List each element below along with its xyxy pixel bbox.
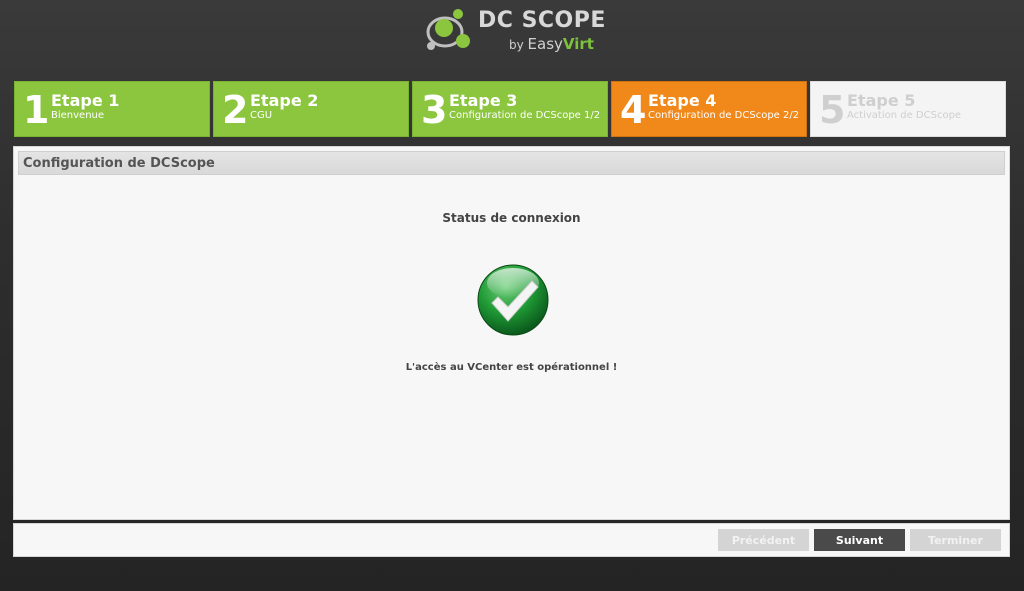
logo-title: DC SCOPE: [478, 8, 606, 33]
step-number: 4: [620, 88, 647, 132]
panel-title: Configuration de DCScope: [23, 156, 215, 171]
check-success-icon: [476, 263, 550, 337]
step-subtitle: Activation de DCScope: [847, 110, 962, 121]
app-logo: DC SCOPE by EasyVirt: [420, 6, 610, 56]
configuration-panel: Configuration de DCScope Status de conne…: [13, 146, 1010, 520]
wizard-footer: Précédent Suivant Terminer: [13, 523, 1010, 557]
step-number: 5: [819, 88, 846, 132]
next-button[interactable]: Suivant: [814, 529, 905, 551]
status-message: L'accès au VCenter est opérationnel !: [405, 362, 618, 373]
wizard-steps: 1 Etape 1 Bienvenue 2 Etape 2 CGU 3 Etap…: [14, 81, 1006, 137]
step-subtitle: CGU: [250, 110, 273, 121]
logo-by: by: [509, 38, 528, 52]
dcscope-logo-icon: [426, 9, 470, 50]
step-4: 4 Etape 4 Configuration de DCScope 2/2: [611, 81, 807, 137]
finish-button[interactable]: Terminer: [910, 529, 1001, 551]
logo-subtitle: by EasyVirt: [509, 35, 594, 53]
step-subtitle: Configuration de DCScope 2/2: [648, 110, 800, 121]
previous-button[interactable]: Précédent: [718, 529, 809, 551]
step-title: Etape 2: [250, 91, 319, 110]
step-number: 2: [222, 88, 249, 132]
step-3: 3 Etape 3 Configuration de DCScope 1/2: [412, 81, 608, 137]
status-title: Status de connexion: [442, 211, 581, 225]
logo-virt: Virt: [562, 35, 594, 53]
step-title: Etape 3: [449, 91, 518, 110]
step-title: Etape 1: [51, 91, 120, 110]
step-5: 5 Etape 5 Activation de DCScope: [810, 81, 1006, 137]
step-number: 1: [23, 88, 50, 132]
step-title: Etape 4: [648, 91, 717, 110]
step-2: 2 Etape 2 CGU: [213, 81, 409, 137]
logo-easy: Easy: [527, 35, 563, 53]
step-subtitle: Bienvenue: [51, 110, 105, 121]
step-title: Etape 5: [847, 91, 916, 110]
step-number: 3: [421, 88, 448, 132]
panel-header: Configuration de DCScope: [18, 151, 1005, 175]
step-1: 1 Etape 1 Bienvenue: [14, 81, 210, 137]
step-subtitle: Configuration de DCScope 1/2: [449, 110, 601, 121]
